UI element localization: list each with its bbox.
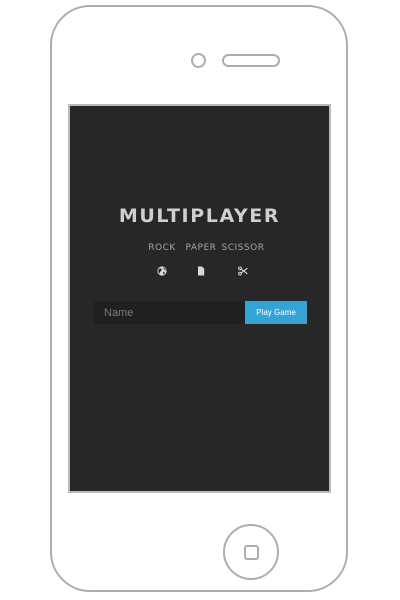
choice-rock-label: ROCK	[148, 243, 176, 253]
name-input[interactable]	[94, 301, 245, 324]
phone-screen: MULTIPLAYER ROCK PAPER SCISSOR Name Play…	[68, 104, 331, 493]
home-button[interactable]	[223, 524, 279, 580]
choice-paper[interactable]: PAPER	[184, 243, 218, 277]
join-game-form: Play Game	[94, 301, 307, 324]
choice-paper-label: PAPER	[185, 243, 217, 253]
document-icon	[198, 266, 205, 276]
choice-scissor[interactable]: SCISSOR	[221, 243, 265, 277]
camera-icon	[191, 53, 206, 68]
game-title: MULTIPLAYER	[118, 205, 281, 227]
choice-list: ROCK PAPER SCISSOR	[70, 243, 329, 283]
play-game-button[interactable]: Play Game	[245, 301, 307, 324]
choice-rock[interactable]: ROCK	[146, 243, 178, 277]
scissors-icon	[238, 266, 248, 276]
home-square-icon	[243, 544, 259, 560]
mockup-stage: MULTIPLAYER ROCK PAPER SCISSOR Name Play…	[0, 0, 400, 600]
choice-scissor-label: SCISSOR	[221, 243, 265, 253]
globe-icon	[157, 266, 167, 276]
speaker-icon	[222, 54, 280, 67]
